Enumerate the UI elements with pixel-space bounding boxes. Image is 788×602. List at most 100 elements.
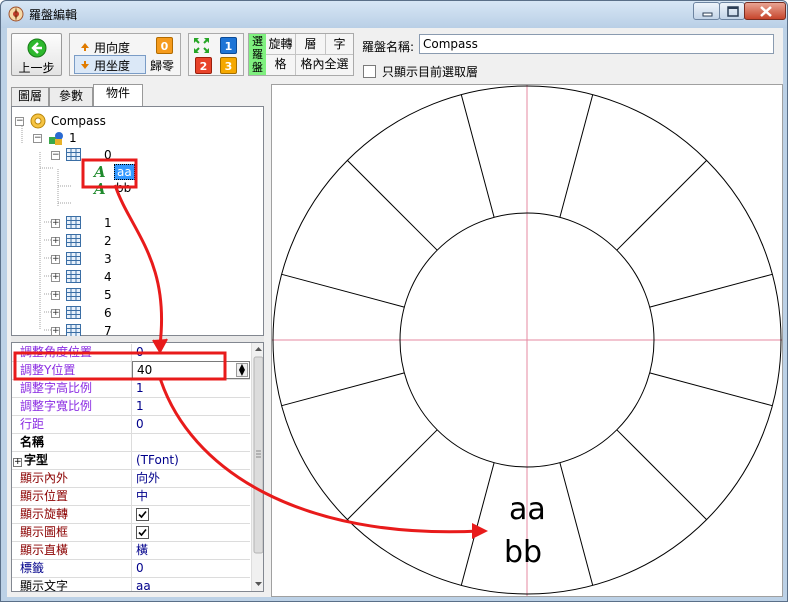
expand-icon[interactable]: + bbox=[51, 255, 60, 264]
layer-button[interactable]: 層 bbox=[296, 34, 326, 55]
expand-icon[interactable]: + bbox=[51, 219, 60, 228]
tab-layers[interactable]: 圖層 bbox=[11, 87, 49, 106]
use-angle-button[interactable]: 用向度 bbox=[74, 37, 146, 55]
mode-badge[interactable]: 選羅盤 bbox=[249, 34, 266, 75]
fit-view-button[interactable] bbox=[192, 36, 211, 55]
tab-params[interactable]: 參數 bbox=[49, 87, 93, 106]
app-window: 羅盤編輯 上一步 用向度 用坐度 0 歸零 1 2 3 選羅盤 旋轉 層 字 格… bbox=[0, 0, 788, 602]
use-coord-button[interactable]: 用坐度 bbox=[74, 55, 146, 74]
property-row[interactable]: 調整Y位置 40 ▲ ▼ bbox=[12, 361, 250, 380]
reset-label[interactable]: 歸零 bbox=[150, 57, 174, 74]
compass-drawing: aa bb bbox=[272, 85, 782, 596]
property-key-text: 調整字高比例 bbox=[20, 381, 93, 395]
tree-label: 2 bbox=[104, 234, 112, 248]
property-key-text: 顯示位置 bbox=[20, 489, 69, 503]
spin-button[interactable]: ▲ ▼ bbox=[236, 363, 248, 377]
property-row[interactable]: 調整角度位置 0 bbox=[12, 344, 250, 362]
property-value[interactable]: 1 bbox=[132, 380, 250, 397]
grid-icon bbox=[66, 148, 81, 161]
button-1[interactable]: 1 bbox=[220, 37, 237, 54]
property-row[interactable]: 調整字寬比例 1 bbox=[12, 398, 250, 416]
collapse-icon[interactable]: − bbox=[15, 117, 24, 126]
property-row[interactable]: 顯示直橫 橫 bbox=[12, 542, 250, 560]
property-row[interactable]: 顯示位置 中 bbox=[12, 488, 250, 506]
tab-objects[interactable]: 物件 bbox=[93, 84, 143, 106]
back-arrow-icon bbox=[27, 38, 47, 58]
canvas-text-aa: aa bbox=[509, 492, 546, 527]
property-name: 顯示圖框 bbox=[12, 524, 132, 541]
compass-canvas[interactable]: aa bb bbox=[271, 84, 783, 597]
property-row[interactable]: 顯示圖框 bbox=[12, 524, 250, 542]
button-3[interactable]: 3 bbox=[220, 57, 237, 74]
property-value[interactable] bbox=[132, 506, 250, 523]
maximize-button[interactable] bbox=[719, 2, 745, 20]
property-name: 調整角度位置 bbox=[12, 344, 132, 361]
expand-icon[interactable]: + bbox=[51, 309, 60, 318]
property-value[interactable]: 1 bbox=[132, 398, 250, 415]
expand-icon[interactable]: + bbox=[51, 273, 60, 282]
checked-checkbox-icon[interactable] bbox=[136, 526, 149, 539]
expand-icon[interactable]: + bbox=[51, 327, 60, 336]
property-row[interactable]: 名稱 bbox=[12, 434, 250, 452]
property-value[interactable]: aa bbox=[132, 578, 250, 591]
property-value[interactable]: 橫 bbox=[132, 542, 250, 559]
text-object-icon: A bbox=[94, 180, 106, 198]
tree-label: aa bbox=[114, 164, 135, 180]
char-button[interactable]: 字 bbox=[326, 34, 353, 55]
button-2[interactable]: 2 bbox=[195, 57, 212, 74]
close-button[interactable] bbox=[744, 2, 786, 20]
minimize-icon bbox=[702, 12, 713, 17]
cell-button[interactable]: 格 bbox=[266, 55, 296, 75]
property-row[interactable]: 顯示旋轉 bbox=[12, 506, 250, 524]
view-buttons-group: 1 2 3 bbox=[188, 33, 244, 76]
ring-divider-line bbox=[347, 160, 438, 251]
compass-name-input[interactable] bbox=[419, 34, 774, 54]
property-row[interactable]: 行距 0 bbox=[12, 416, 250, 434]
property-row[interactable]: + 字型 (TFont) bbox=[12, 452, 250, 470]
property-row[interactable]: 標籤 0 bbox=[12, 560, 250, 578]
ring-divider-line bbox=[281, 372, 405, 407]
property-value[interactable]: 0 bbox=[132, 560, 250, 577]
property-row[interactable]: 調整字高比例 1 bbox=[12, 380, 250, 398]
ring-divider-line bbox=[559, 94, 594, 218]
reset-badge[interactable]: 0 bbox=[156, 37, 173, 54]
property-value[interactable]: 0 bbox=[132, 344, 250, 361]
property-value-text: 向外 bbox=[136, 471, 161, 485]
property-row[interactable]: 顯示內外 向外 bbox=[12, 470, 250, 488]
tree-label: 1 bbox=[104, 216, 112, 230]
collapse-icon[interactable]: − bbox=[33, 134, 42, 143]
checked-checkbox-icon[interactable] bbox=[136, 508, 149, 521]
property-value[interactable] bbox=[132, 524, 250, 541]
property-value-text: 橫 bbox=[136, 543, 149, 557]
property-value[interactable]: 中 bbox=[132, 488, 250, 505]
collapse-icon[interactable]: − bbox=[51, 151, 60, 160]
property-value[interactable]: 0 bbox=[132, 416, 250, 433]
select-all-in-cell-button[interactable]: 格內全選 bbox=[296, 55, 353, 75]
property-value-text: 0 bbox=[136, 417, 144, 431]
minimize-button[interactable] bbox=[693, 2, 720, 20]
ring-divider-line bbox=[460, 94, 495, 218]
expand-icon[interactable]: + bbox=[51, 237, 60, 246]
back-button[interactable]: 上一步 bbox=[11, 33, 62, 76]
property-value-editor[interactable]: 40 ▲ ▼ bbox=[132, 361, 250, 379]
ring-divider-line bbox=[649, 273, 773, 308]
property-value[interactable] bbox=[132, 434, 250, 451]
grid-icon bbox=[66, 234, 81, 247]
property-name: 名稱 bbox=[12, 434, 132, 451]
grid-icon bbox=[66, 216, 81, 229]
property-value[interactable]: 向外 bbox=[132, 470, 250, 487]
property-key-text: 名稱 bbox=[20, 435, 45, 449]
compass-name-label: 羅盤名稱: bbox=[362, 40, 415, 54]
canvas-text-bb: bb bbox=[504, 535, 542, 570]
expand-icon[interactable]: + bbox=[13, 458, 22, 467]
compass-app-icon bbox=[8, 6, 24, 22]
coordinate-mode-group: 用向度 用坐度 0 歸零 bbox=[69, 33, 181, 76]
expand-icon[interactable]: + bbox=[51, 291, 60, 300]
property-value[interactable]: (TFont) bbox=[132, 452, 250, 469]
rotate-button[interactable]: 旋轉 bbox=[266, 34, 296, 55]
property-scrollbar[interactable] bbox=[251, 343, 263, 591]
only-selected-layer-checkbox[interactable] bbox=[363, 65, 376, 78]
only-selected-layer-option[interactable]: 只顯示目前選取層 bbox=[363, 63, 478, 80]
property-key-text: 調整Y位置 bbox=[20, 363, 76, 377]
property-row[interactable]: 顯示文字 aa bbox=[12, 578, 250, 591]
